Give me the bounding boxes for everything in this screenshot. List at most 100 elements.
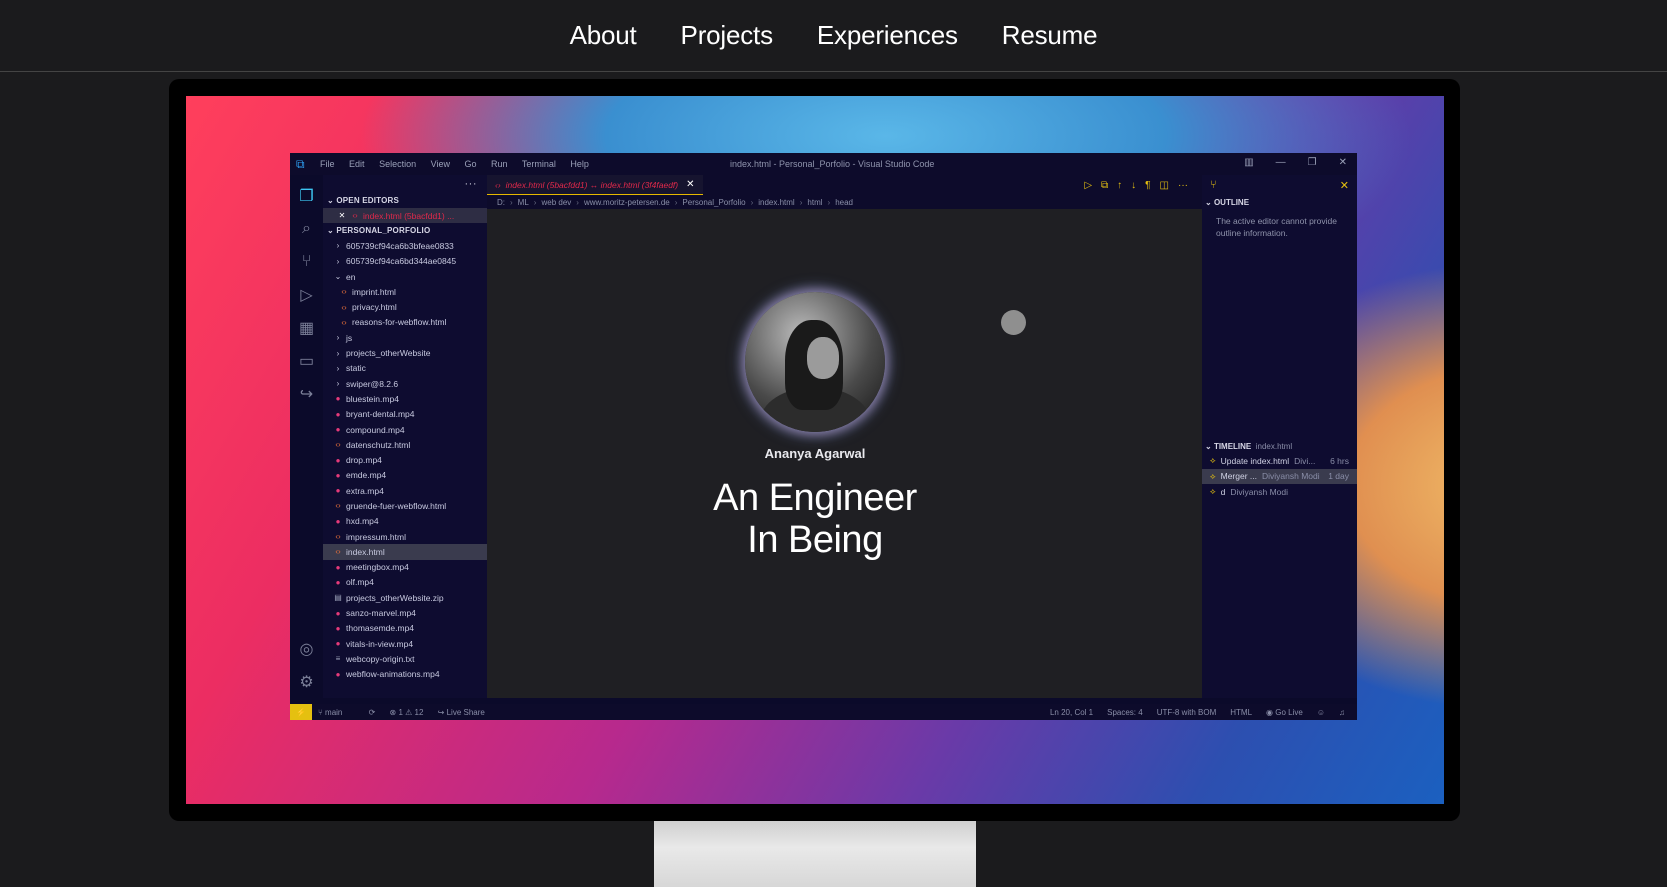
file-tree-item[interactable]: ● hxd.mp4 (323, 514, 487, 529)
crumb-ml[interactable]: ML (518, 198, 529, 207)
file-tree-item[interactable]: › static (323, 361, 487, 376)
close-editor-icon[interactable]: ✕ (337, 211, 347, 220)
run-icon[interactable]: ▷ (1084, 180, 1092, 191)
file-name: 605739cf94ca6b3bfeae0833 (346, 240, 454, 251)
search-icon[interactable]: ⌕ (290, 212, 323, 245)
live-share-icon[interactable]: ↪ (290, 377, 323, 410)
file-tree-item[interactable]: › js (323, 330, 487, 345)
account-icon[interactable]: ◎ (290, 632, 323, 665)
open-editors-section[interactable]: ⌄ OPEN EDITORS (323, 193, 487, 208)
timeline-item[interactable]: ⟡ Merger ... Diviyansh Modi 1 day (1202, 468, 1357, 484)
crumb-head[interactable]: head (835, 198, 853, 207)
notifications-bell-icon[interactable]: ♫ (1339, 708, 1345, 717)
previous-change-icon[interactable]: ↑ (1117, 180, 1122, 191)
open-editor-item[interactable]: ✕ ‹› index.html (5bacfdd1) ... (323, 208, 487, 224)
restore-icon[interactable]: ❐ (1308, 157, 1317, 168)
sync-icon[interactable]: ⟳ (369, 708, 376, 717)
menu-file[interactable]: File (320, 159, 335, 169)
file-tree-item[interactable]: ‹› imprint.html (323, 284, 487, 299)
explorer-icon[interactable]: ❐ (290, 179, 323, 212)
settings-gear-icon[interactable]: ⚙ (290, 665, 323, 698)
indentation[interactable]: Spaces: 4 (1107, 708, 1143, 717)
file-tree-item[interactable]: › swiper@8.2.6 (323, 376, 487, 391)
crumb-webdev[interactable]: web dev (541, 198, 571, 207)
problems-indicator[interactable]: ⊗ 1 ⚠ 12 (390, 708, 424, 717)
file-tree-item[interactable]: › 605739cf94ca6bd344ae0845 (323, 254, 487, 269)
file-tree-item[interactable]: ‹› gruende-fuer-webflow.html (323, 498, 487, 513)
file-tree-item[interactable]: ● extra.mp4 (323, 483, 487, 498)
next-change-icon[interactable]: ↓ (1131, 180, 1136, 191)
file-tree-item[interactable]: ● thomasemde.mp4 (323, 621, 487, 636)
menu-terminal[interactable]: Terminal (522, 159, 556, 169)
nav-resume[interactable]: Resume (1002, 20, 1098, 51)
source-control-icon[interactable]: ⑂ (290, 245, 323, 278)
nav-about[interactable]: About (570, 20, 637, 51)
file-tree-item[interactable]: › projects_otherWebsite (323, 345, 487, 360)
branch-indicator[interactable]: ⑂ main (318, 708, 354, 717)
file-tree-item[interactable]: ● emde.mp4 (323, 468, 487, 483)
close-window-icon[interactable]: ✕ (1339, 157, 1347, 168)
menu-edit[interactable]: Edit (349, 159, 365, 169)
video-file-icon: ● (335, 562, 341, 572)
file-tree-item[interactable]: ● bluestein.mp4 (323, 391, 487, 406)
nav-experiences[interactable]: Experiences (817, 20, 958, 51)
file-tree-item[interactable]: ● meetingbox.mp4 (323, 560, 487, 575)
cursor-dot (1001, 310, 1026, 335)
remote-indicator-icon[interactable]: ⚡ (290, 704, 312, 720)
crumb-drive[interactable]: D: (497, 198, 505, 207)
timeline-item[interactable]: ⟡ Update index.html Divi... 6 hrs (1202, 453, 1357, 469)
tagline-line-1: An Engineer (713, 477, 917, 519)
run-debug-icon[interactable]: ▷ (290, 278, 323, 311)
source-control-graph-icon[interactable]: ⑂ (1210, 179, 1217, 191)
file-tree-item[interactable]: ● webflow-animations.mp4 (323, 667, 487, 682)
crumb-html[interactable]: html (807, 198, 822, 207)
go-live-button[interactable]: ◉ Go Live (1266, 708, 1303, 717)
timeline-header[interactable]: ⌄ TIMELINE index.html (1202, 439, 1357, 453)
cursor-position[interactable]: Ln 20, Col 1 (1050, 708, 1093, 717)
file-tree-item[interactable]: ‹› datenschutz.html (323, 437, 487, 452)
split-editor-icon[interactable]: ◫ (1160, 180, 1169, 191)
file-tree-item[interactable]: ● bryant-dental.mp4 (323, 407, 487, 422)
whitespace-toggle-icon[interactable]: ¶ (1145, 180, 1150, 191)
file-tree-item[interactable]: ● sanzo-marvel.mp4 (323, 605, 487, 620)
crumb-site[interactable]: www.moritz-petersen.de (584, 198, 670, 207)
more-actions-icon[interactable]: ··· (465, 178, 478, 190)
video-file-icon: ● (335, 394, 341, 404)
file-tree-item[interactable]: ● olf.mp4 (323, 575, 487, 590)
close-panel-icon[interactable]: ✕ (1340, 179, 1349, 192)
file-tree-item[interactable]: › 605739cf94ca6b3bfeae0833 (323, 238, 487, 253)
extensions-icon[interactable]: ▦ (290, 311, 323, 344)
file-tree-item[interactable]: ‹› reasons-for-webflow.html (323, 315, 487, 330)
nav-projects[interactable]: Projects (681, 20, 774, 51)
remote-explorer-icon[interactable]: ▭ (290, 344, 323, 377)
file-tree-item[interactable]: ‹› privacy.html (323, 299, 487, 314)
outline-section[interactable]: ⌄ OUTLINE (1202, 195, 1357, 209)
menu-selection[interactable]: Selection (379, 159, 416, 169)
file-tree-item[interactable]: ≡ webcopy-origin.txt (323, 651, 487, 666)
file-tree-item[interactable]: ▤ projects_otherWebsite.zip (323, 590, 487, 605)
crumb-project[interactable]: Personal_Porfolio (682, 198, 745, 207)
menu-help[interactable]: Help (570, 159, 589, 169)
file-tree-item[interactable]: ● vitals-in-view.mp4 (323, 636, 487, 651)
close-tab-icon[interactable]: ✕ (686, 179, 694, 190)
file-tree-item[interactable]: ● compound.mp4 (323, 422, 487, 437)
menu-view[interactable]: View (431, 159, 450, 169)
minimize-icon[interactable]: — (1276, 157, 1286, 168)
live-share-status[interactable]: ↪ Live Share (438, 708, 497, 717)
file-tree-item[interactable]: ‹› impressum.html (323, 529, 487, 544)
encoding[interactable]: UTF-8 with BOM (1157, 708, 1217, 717)
open-changes-icon[interactable]: ⧉ (1101, 180, 1108, 191)
more-editor-actions-icon[interactable]: ··· (1178, 180, 1188, 191)
layout-toggle-icon[interactable]: ▥ (1244, 157, 1253, 168)
crumb-file[interactable]: index.html (758, 198, 794, 207)
language-mode[interactable]: HTML (1230, 708, 1252, 717)
feedback-icon[interactable]: ☺ (1317, 708, 1325, 717)
file-tree-item[interactable]: ‹› index.html (323, 544, 487, 560)
menu-go[interactable]: Go (464, 159, 476, 169)
menu-run[interactable]: Run (491, 159, 508, 169)
file-tree-item[interactable]: ⌄ en (323, 269, 487, 284)
project-folder-section[interactable]: ⌄ PERSONAL_PORFOLIO (323, 223, 487, 238)
timeline-item[interactable]: ⟡ d Diviyansh Modi (1202, 484, 1357, 500)
editor-tab[interactable]: ‹› index.html (5bacfdd1) ↔ index.html (3… (487, 175, 703, 195)
file-tree-item[interactable]: ● drop.mp4 (323, 452, 487, 467)
